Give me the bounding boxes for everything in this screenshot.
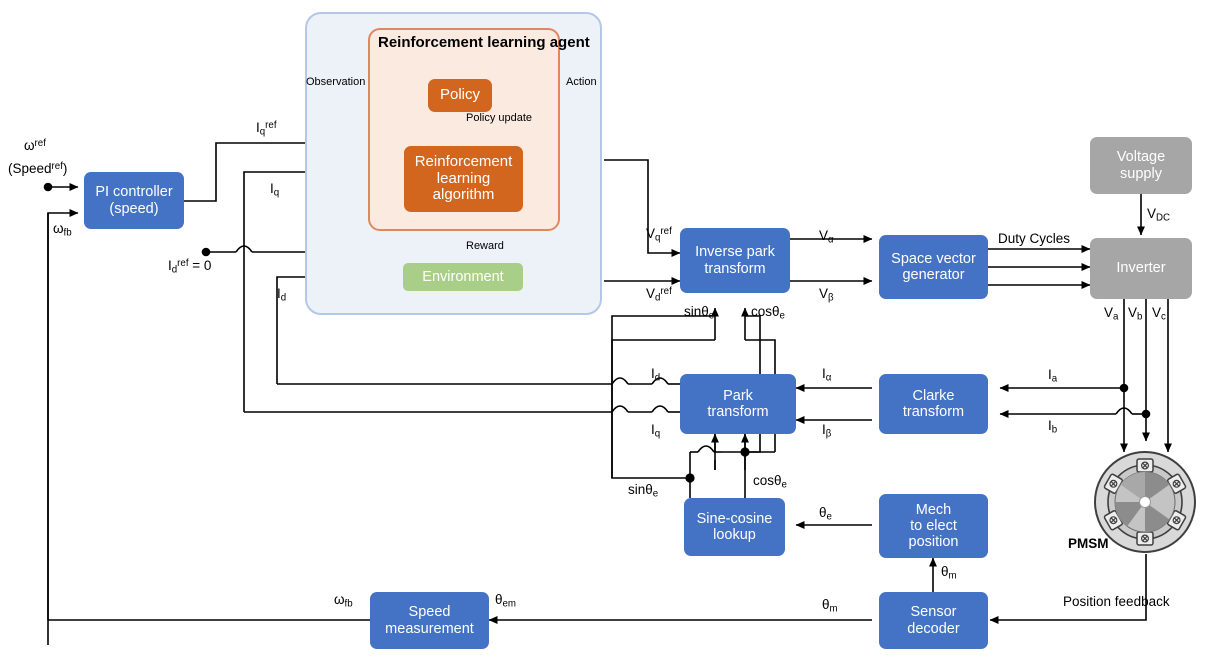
label-position-feedback: Position feedback [1063,594,1170,609]
label-omega-fb-output: ωfb [334,592,353,610]
label-reward: Reward [466,240,504,252]
label-v-beta: Vβ [819,286,834,304]
label-vdc: VDC [1147,206,1171,224]
block-sine-cosine-lookup[interactable]: Sine-cosine lookup [684,498,785,556]
rl-agent-panel-title: Reinforcement learning agent [378,34,590,51]
label-cos-theta-e-inverse-park: cosθe [751,304,785,322]
label-vb: Vb [1128,305,1143,323]
label-vc: Vc [1152,305,1166,323]
label-action: Action [566,76,597,88]
label-id-agent-input: Id [277,286,287,304]
label-vd-ref: Vdref [646,286,672,304]
label-theta-m: θm [941,564,957,582]
label-theta-m-sensor: θm [822,597,838,615]
policy-label: Policy [439,86,480,104]
label-i-beta: Iβ [822,422,832,440]
block-pi-controller[interactable]: PI controller (speed) [84,172,184,229]
block-voltage-supply[interactable]: Voltage supply [1090,137,1192,194]
label-omega-ref: ωref [24,138,46,153]
label-pmsm: PMSM [1068,536,1109,551]
label-iq-ref: Iqref [256,120,277,138]
block-inverse-park-transform[interactable]: Inverse park transform [680,228,790,293]
block-space-vector-generator[interactable]: Space vector generator [879,235,988,299]
label-omega-fb-input: ωfb [53,221,72,239]
label-id-park-out: Id [651,366,661,384]
pi-controller-line2: (speed) [109,200,159,217]
block-mech-to-elect-position[interactable]: Mech to elect position [879,494,988,558]
block-diagram-canvas: Reinforcement learning agent PI controll… [0,0,1207,658]
label-theta-em: θem [495,592,517,610]
block-sensor-decoder[interactable]: Sensor decoder [879,592,988,649]
label-id-ref: Idref = 0 [168,258,212,276]
label-ia: Ia [1048,367,1058,385]
label-v-alpha: Vα [819,228,834,246]
label-cos-theta-e-park: cosθe [753,473,787,491]
block-park-transform[interactable]: Park transform [680,374,796,434]
label-iq-agent-input: Iq [270,181,280,199]
pi-controller-line1: PI controller [95,184,173,201]
label-ib: Ib [1048,418,1058,436]
label-i-alpha: Iα [822,366,832,384]
pmsm-motor-icon [1093,450,1197,554]
label-va: Va [1104,305,1119,323]
block-speed-measurement[interactable]: Speed measurement [370,592,489,649]
block-environment[interactable]: Environment [403,263,523,291]
block-clarke-transform[interactable]: Clarke transform [879,374,988,434]
label-vq-ref: Vqref [646,226,672,244]
label-observation: Observation [306,76,366,88]
label-sin-theta-e-inverse-park: sinθe [684,304,715,322]
block-rl-algorithm[interactable]: Reinforcement learning algorithm [404,146,523,212]
label-iq-park-out: Iq [651,422,661,440]
label-policy-update: Policy update [466,112,533,124]
label-sin-theta-e-park: sinθe [628,482,659,500]
block-policy[interactable]: Policy [428,79,492,112]
label-duty-cycles: Duty Cycles [998,231,1071,246]
label-theta-e: θe [819,505,832,523]
label-speed-ref: (Speedref) [8,161,68,176]
wire-layer [43,90,1172,645]
block-inverter[interactable]: Inverter [1090,238,1192,299]
